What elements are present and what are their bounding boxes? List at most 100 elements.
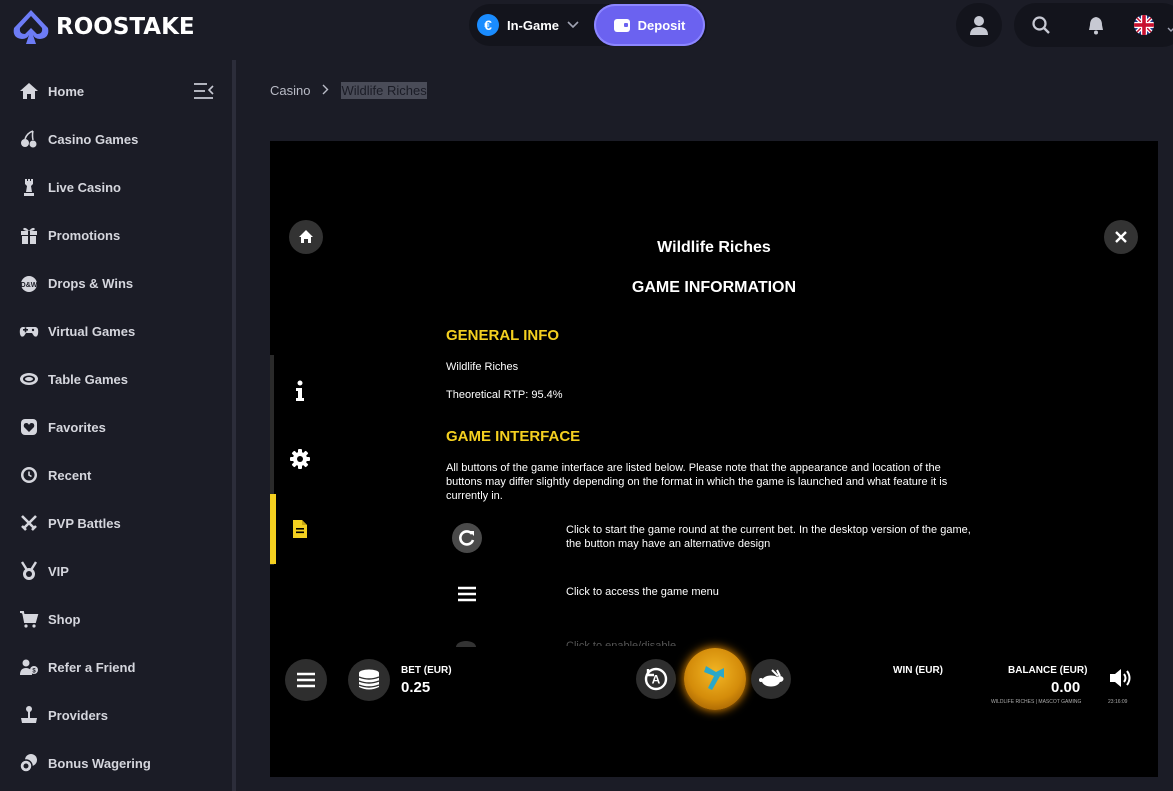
game-name-text: Wildlife Riches xyxy=(446,361,519,373)
currency-dropdown[interactable]: € In-Game xyxy=(469,14,593,36)
sidebar-item-label: Home xyxy=(48,83,85,99)
sidebar-item-label: Promotions xyxy=(48,227,121,243)
sidebar-item-label: Drops & Wins xyxy=(48,275,134,291)
deposit-button[interactable]: Deposit xyxy=(594,4,705,46)
sidebar-item-label: Favorites xyxy=(48,419,106,435)
menu-icon xyxy=(297,672,315,688)
sidebar-scrollbar[interactable] xyxy=(232,60,236,791)
gear-icon xyxy=(290,449,310,469)
document-icon xyxy=(293,520,307,538)
interface-intro-text: All buttons of the game interface are li… xyxy=(446,462,948,502)
menu-icon xyxy=(457,586,477,602)
win-label: WIN (EUR) xyxy=(893,665,943,676)
game-info-heading: GAME INFORMATION xyxy=(631,279,797,296)
deposit-label: Deposit xyxy=(637,17,686,33)
sidebar-item-refer-a-friend[interactable]: $ Refer a Friend xyxy=(19,655,135,679)
gift-icon xyxy=(19,225,39,245)
svg-text:D&W: D&W xyxy=(21,282,38,289)
brand-logo[interactable]: ROOSTAKE xyxy=(10,8,195,46)
heart-icon xyxy=(19,417,39,437)
drops-wins-icon: D&W xyxy=(19,273,39,293)
euro-icon: € xyxy=(477,14,499,36)
sidebar-item-label: PVP Battles xyxy=(48,515,121,531)
search-icon xyxy=(1032,16,1050,34)
sidebar-item-providers[interactable]: Providers xyxy=(19,703,108,727)
sidebar-item-label: Bonus Wagering xyxy=(48,755,151,771)
bell-icon xyxy=(1089,17,1103,35)
spin-button[interactable] xyxy=(684,648,746,710)
sidebar-item-casino-games[interactable]: Casino Games xyxy=(19,127,138,151)
wallet-icon xyxy=(613,18,630,32)
sidebar-item-label: Refer a Friend xyxy=(48,659,136,675)
home-icon xyxy=(19,81,39,101)
sidebar-item-promotions[interactable]: Promotions xyxy=(19,223,120,247)
game-interface-heading: GAME INTERFACE xyxy=(446,428,581,445)
game-control-bar: BET (EUR) 0.25 A WIN (EUR) BALANCE (EUR) xyxy=(270,646,1158,716)
autoplay-button[interactable]: A xyxy=(636,659,676,699)
sound-button[interactable] xyxy=(1108,667,1134,694)
breadcrumb-casino-link[interactable]: Casino xyxy=(270,83,310,98)
chess-piece-icon xyxy=(19,177,39,197)
spin-description: Click to start the game round at the cur… xyxy=(566,524,971,550)
active-tab-indicator xyxy=(270,494,276,564)
balance-value: 0.00 xyxy=(1051,679,1081,696)
game-provider-text: WILDLIFE RICHES | MASCOT GAMING xyxy=(991,699,1082,705)
info-icon xyxy=(296,380,304,401)
sidebar-item-label: Live Casino xyxy=(48,179,121,195)
table-icon xyxy=(19,369,39,389)
bet-label: BET (EUR) xyxy=(401,665,452,676)
spin-icon xyxy=(452,523,482,553)
coin-stack-icon xyxy=(358,669,380,690)
spin-arrow-icon xyxy=(704,666,724,690)
user-profile-button[interactable] xyxy=(956,3,1002,47)
sidebar-item-favorites[interactable]: Favorites xyxy=(19,415,106,439)
sidebar-item-label: Shop xyxy=(48,611,81,627)
coins-icon xyxy=(19,753,39,773)
search-button[interactable] xyxy=(1031,15,1051,35)
sidebar-item-vip[interactable]: VIP xyxy=(19,559,69,583)
notifications-button[interactable] xyxy=(1086,15,1106,35)
language-chevron-icon xyxy=(1167,20,1173,38)
sidebar-item-pvp-battles[interactable]: PVP Battles xyxy=(19,511,121,535)
users-icon: $ xyxy=(19,657,39,677)
autoplay-icon: A xyxy=(644,667,668,691)
medal-icon xyxy=(19,561,39,581)
rabbit-icon xyxy=(759,669,784,687)
tab-paytable[interactable] xyxy=(288,517,312,541)
sidebar-item-table-games[interactable]: Table Games xyxy=(19,367,128,391)
info-side-tabs xyxy=(270,355,330,565)
menu-description: Click to access the game menu xyxy=(566,586,719,598)
sidebar-item-label: Casino Games xyxy=(48,131,139,147)
game-menu-button[interactable] xyxy=(285,659,327,701)
sidebar-item-drops-wins[interactable]: D&W Drops & Wins xyxy=(19,271,133,295)
bet-selector-button[interactable] xyxy=(348,659,390,701)
sidebar-item-virtual-games[interactable]: Virtual Games xyxy=(19,319,135,343)
collapse-sidebar-button[interactable] xyxy=(193,82,215,100)
clock-text: 23:16:09 xyxy=(1108,699,1128,705)
joystick-icon xyxy=(19,705,39,725)
sidebar-item-bonus-wagering[interactable]: Bonus Wagering xyxy=(19,751,151,775)
breadcrumb: Casino Wildlife Riches xyxy=(270,82,427,99)
sidebar-item-recent[interactable]: Recent xyxy=(19,463,91,487)
game-iframe[interactable]: Wildlife Riches GAME INFORMATION GENERAL… xyxy=(270,141,1158,777)
cart-icon xyxy=(19,609,39,629)
swords-icon xyxy=(19,513,39,533)
logo-spade-icon xyxy=(13,10,49,44)
sidebar-item-label: Virtual Games xyxy=(48,323,136,339)
tab-settings[interactable] xyxy=(288,447,312,471)
tab-info[interactable] xyxy=(288,379,312,403)
sidebar-item-shop[interactable]: Shop xyxy=(19,607,81,631)
bet-value: 0.25 xyxy=(401,679,431,696)
user-icon xyxy=(970,16,988,35)
sidebar-item-home[interactable]: Home xyxy=(19,79,84,103)
sidebar-item-label: Providers xyxy=(48,707,108,723)
uk-flag-icon xyxy=(1134,15,1154,35)
game-title: Wildlife Riches xyxy=(657,239,771,256)
rtp-text: Theoretical RTP: 95.4% xyxy=(446,389,563,401)
sidebar-item-label: Recent xyxy=(48,467,92,483)
breadcrumb-current: Wildlife Riches xyxy=(341,82,427,99)
language-selector[interactable] xyxy=(1134,15,1154,35)
cherries-icon xyxy=(19,129,39,149)
turbo-button[interactable] xyxy=(751,659,791,699)
sidebar-item-live-casino[interactable]: Live Casino xyxy=(19,175,121,199)
